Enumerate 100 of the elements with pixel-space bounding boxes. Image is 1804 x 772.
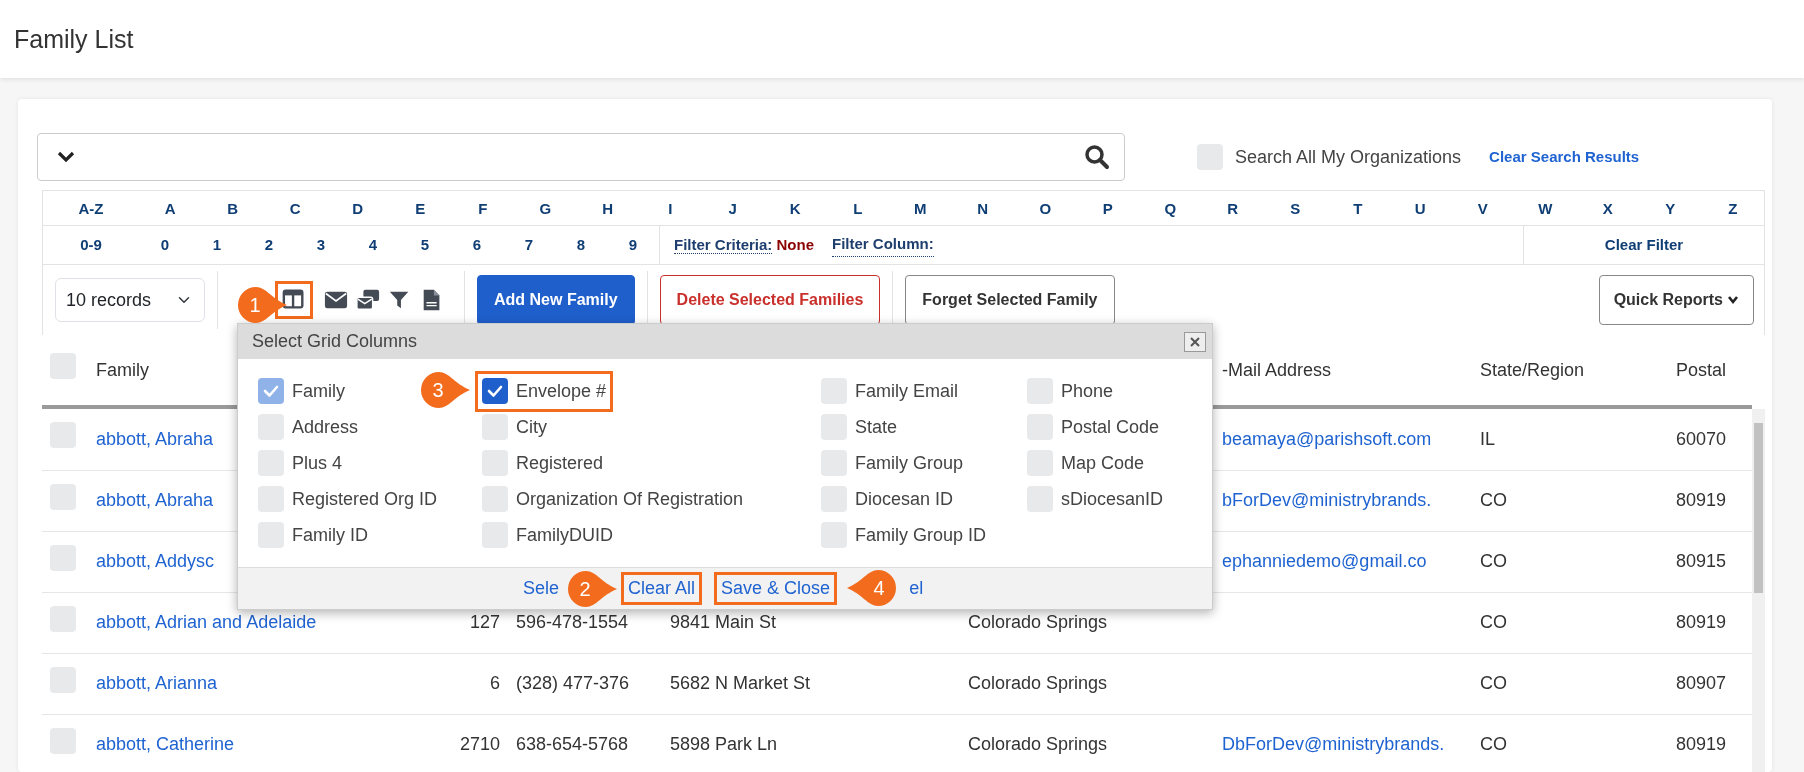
option-label: Organization Of Registration — [516, 487, 744, 511]
letter-link[interactable]: Y — [1665, 199, 1676, 217]
option-label: Phone — [1061, 379, 1114, 403]
column-header[interactable]: State/Region — [1480, 359, 1585, 380]
scrollbar-thumb[interactable] — [1754, 423, 1763, 593]
letter-link[interactable]: M — [914, 199, 927, 217]
option-label: Family ID — [292, 523, 368, 547]
option-label: State — [855, 415, 898, 439]
letter-link[interactable]: B — [227, 199, 239, 217]
column-header[interactable]: Postal — [1676, 359, 1727, 380]
letter-link[interactable]: E — [415, 199, 426, 217]
search-icon[interactable] — [1084, 144, 1110, 170]
letter-link[interactable]: S — [1290, 199, 1301, 217]
checkbox[interactable] — [482, 378, 508, 404]
digit-link[interactable]: 0 — [160, 233, 170, 257]
option-label: City — [516, 415, 547, 439]
table-cell: CO — [1480, 734, 1507, 754]
digit-link[interactable]: 4 — [368, 233, 378, 257]
checkbox-label: Search All My Organizations — [1235, 145, 1462, 169]
digit-link[interactable]: 6 — [472, 233, 482, 257]
letter-link[interactable]: U — [1414, 199, 1426, 217]
family-link[interactable]: abbott, Catherine — [96, 734, 235, 754]
letter-link[interactable]: C — [289, 199, 301, 217]
letter-link[interactable]: P — [1102, 199, 1113, 217]
table-cell: 127 — [469, 612, 500, 632]
family-link[interactable]: abbott, Addysc — [96, 551, 215, 571]
email-link[interactable]: beamaya@parishsoft.com — [1222, 428, 1432, 449]
close-icon[interactable] — [1189, 335, 1201, 348]
dialog-link[interactable]: Sele — [523, 575, 560, 602]
column-header[interactable]: -Mail Address — [1222, 359, 1332, 380]
letter-link[interactable]: X — [1602, 199, 1613, 217]
digit-link[interactable]: 9 — [628, 233, 638, 257]
table-cell: 80907 — [1676, 673, 1727, 693]
digit-link[interactable]: 5 — [420, 233, 430, 257]
letter-link[interactable]: W — [1538, 199, 1553, 217]
scrollbar[interactable] — [1752, 409, 1765, 772]
callout-marker: 4 — [846, 568, 898, 608]
option-label: Registered — [516, 451, 604, 475]
digit-link[interactable]: 1 — [212, 233, 222, 257]
letter-link[interactable]: I — [668, 199, 673, 217]
digit-link[interactable]: 0-9 — [80, 233, 102, 257]
letter-link[interactable]: T — [1353, 199, 1363, 217]
clear-filter-link[interactable]: Clear Filter — [1604, 233, 1684, 257]
option-label: Address — [292, 415, 359, 439]
digit-link[interactable]: 2 — [264, 233, 274, 257]
table-cell: 80919 — [1676, 612, 1727, 632]
table-cell: IL — [1480, 428, 1495, 449]
chevron-down-icon[interactable] — [56, 150, 76, 164]
table-cell: 60070 — [1676, 428, 1727, 449]
envelopes-icon[interactable] — [356, 288, 380, 312]
digit-link[interactable]: 7 — [524, 233, 534, 257]
close-button[interactable] — [1184, 331, 1206, 352]
table-cell: CO — [1480, 612, 1507, 632]
letter-link[interactable]: R — [1227, 199, 1239, 217]
records-select[interactable]: 10 records — [55, 278, 205, 322]
family-link[interactable]: abbott, Abraha — [96, 490, 214, 510]
dialog-link[interactable]: Save & Close — [714, 572, 838, 605]
letter-link[interactable]: N — [977, 199, 989, 217]
quick-reports-button[interactable]: Quick Reports — [1598, 275, 1754, 325]
letter-link[interactable]: L — [853, 199, 863, 217]
letter-link[interactable]: Z — [1728, 199, 1738, 217]
letter-link[interactable]: G — [539, 199, 552, 217]
delete-button[interactable]: Delete Selected Families — [659, 275, 881, 325]
letter-link[interactable]: Q — [1164, 199, 1177, 217]
email-link[interactable]: bForDev@ministrybrands. — [1222, 490, 1432, 510]
table-cell: 80919 — [1676, 734, 1727, 754]
clear-search-link[interactable]: Clear Search Results — [1489, 145, 1640, 169]
letter-link[interactable]: F — [478, 199, 488, 217]
letter-link[interactable]: K — [789, 199, 801, 217]
table-cell: Colorado Springs — [968, 673, 1108, 693]
letter-link[interactable]: O — [1039, 199, 1052, 217]
option-label: sDiocesanID — [1061, 487, 1164, 511]
table-cell: CO — [1480, 490, 1507, 510]
letter-link[interactable]: J — [728, 199, 737, 217]
column-header[interactable]: Family — [96, 359, 149, 380]
letter-link[interactable]: H — [602, 199, 614, 217]
table-cell: 9841 Main St — [670, 612, 777, 632]
table-cell: CO — [1480, 673, 1507, 693]
email-link[interactable]: ephanniedemo@gmail.co — [1222, 551, 1427, 571]
table-cell: CO — [1480, 551, 1507, 571]
digit-link[interactable]: 3 — [316, 233, 326, 257]
add-button[interactable]: Add New Family — [477, 275, 635, 325]
option-label: Family Group ID — [855, 523, 987, 547]
letter-link[interactable]: V — [1477, 199, 1488, 217]
option-label: Map Code — [1061, 451, 1145, 475]
search-field[interactable] — [37, 133, 1125, 181]
family-link[interactable]: abbott, Abraha — [96, 428, 214, 449]
option-label: Family — [292, 379, 345, 403]
letter-link[interactable]: A-Z — [78, 199, 104, 217]
email-link[interactable]: DbForDev@ministrybrands. — [1222, 734, 1445, 754]
callout-marker: 1 — [236, 285, 288, 325]
digit-link[interactable]: 8 — [576, 233, 586, 257]
dialog-link[interactable]: Clear All — [621, 572, 703, 605]
family-link[interactable]: abbott, Adrian and Adelaide — [96, 612, 317, 632]
dialog-link[interactable]: el — [909, 575, 924, 602]
letter-link[interactable]: D — [352, 199, 364, 217]
letter-link[interactable]: A — [164, 199, 176, 217]
table-cell: 5682 N Market St — [670, 673, 811, 693]
family-link[interactable]: abbott, Arianna — [96, 673, 218, 693]
forget-button[interactable]: Forget Selected Family — [905, 275, 1115, 325]
